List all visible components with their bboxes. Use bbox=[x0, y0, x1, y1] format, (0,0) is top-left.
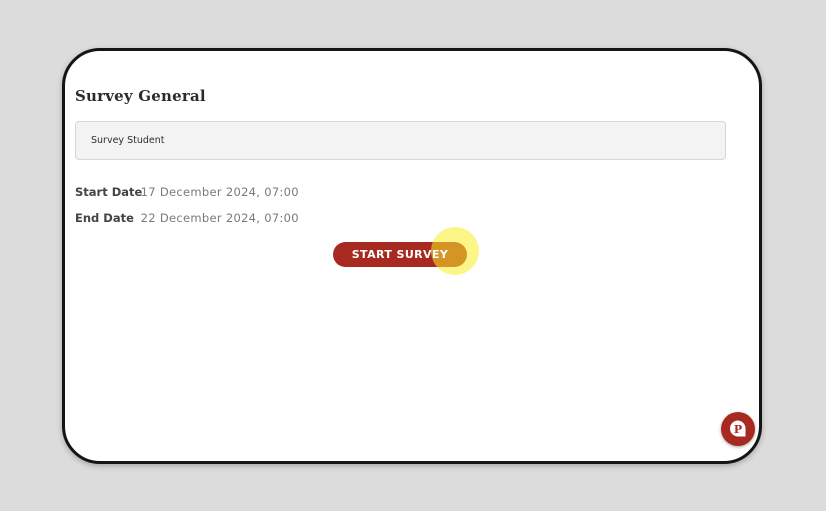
start-survey-button-label: START SURVEY bbox=[351, 248, 449, 261]
page-title: Survey General bbox=[75, 87, 206, 105]
survey-name-text: Survey Student bbox=[91, 135, 165, 146]
start-date-label: Start Date bbox=[75, 185, 143, 199]
end-date-value: 22 December 2024, 07:00 bbox=[140, 211, 299, 225]
chat-help-button[interactable]: P bbox=[721, 412, 755, 446]
end-date-label: End Date bbox=[75, 211, 134, 225]
chat-p-icon: P bbox=[727, 418, 749, 440]
device-frame: Survey General Survey Student Start Date… bbox=[62, 48, 762, 464]
end-date-row: End Date 22 December 2024, 07:00 bbox=[75, 211, 299, 225]
start-survey-button[interactable]: START SURVEY bbox=[333, 242, 467, 267]
survey-name-field: Survey Student bbox=[75, 121, 726, 160]
start-date-row: Start Date 17 December 2024, 07:00 bbox=[75, 185, 299, 199]
start-date-value: 17 December 2024, 07:00 bbox=[140, 185, 299, 199]
svg-text:P: P bbox=[734, 423, 742, 436]
